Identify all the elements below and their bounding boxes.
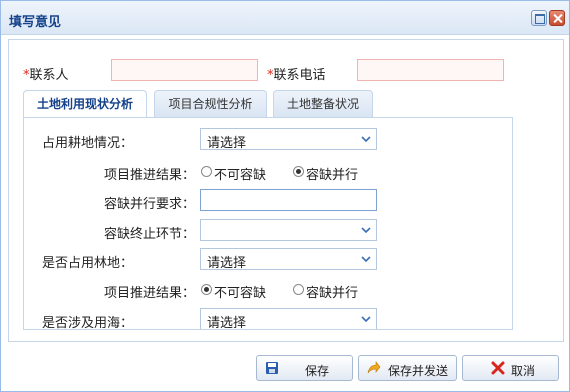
result1-radio-tolerable[interactable] <box>293 166 304 177</box>
tab-land-prep[interactable]: 土地整备状况 <box>273 90 373 117</box>
cancel-x-icon <box>491 361 505 375</box>
sea-label: 是否涉及用海： <box>42 316 134 330</box>
tab-land-use[interactable]: 土地利用现状分析 <box>23 90 147 118</box>
forest-select[interactable]: 请选择 <box>200 248 377 271</box>
title-bar[interactable]: 填写意见 <box>1 1 569 35</box>
chevron-down-icon <box>361 136 371 143</box>
tab-compliance[interactable]: 项目合规性分析 <box>154 90 267 117</box>
chevron-down-icon <box>361 316 371 323</box>
result2-label: 项目推进结果： <box>104 286 196 301</box>
farmland-label: 占用耕地情况： <box>42 136 134 151</box>
result1-option-tolerable: 容缺并行 <box>306 168 359 183</box>
forward-arrow-icon <box>367 361 381 374</box>
tolerance-end-label: 容缺终止环节： <box>104 227 196 242</box>
result2-option-tolerable: 容缺并行 <box>306 286 359 301</box>
result1-option-not-tolerable: 不可容缺 <box>214 168 267 183</box>
phone-input[interactable] <box>357 59 504 81</box>
floppy-disk-icon <box>266 362 278 374</box>
chevron-down-icon <box>361 227 371 234</box>
contact-input[interactable] <box>111 59 258 81</box>
chevron-down-icon <box>361 256 371 263</box>
forest-label: 是否占用林地： <box>42 256 134 271</box>
result2-radio-tolerable[interactable] <box>293 284 304 295</box>
save-and-send-button[interactable]: 保存并发送 <box>358 355 457 381</box>
close-icon[interactable] <box>549 10 565 26</box>
window-title: 填写意见 <box>9 15 62 30</box>
contact-label: *联系人 <box>23 68 69 83</box>
result1-label: 项目推进结果： <box>104 168 196 183</box>
result2-radio-not-tolerable[interactable] <box>201 284 212 295</box>
tolerance-end-select[interactable] <box>200 219 377 241</box>
result1-radio-not-tolerable[interactable] <box>201 166 212 177</box>
result2-option-not-tolerable: 不可容缺 <box>214 286 267 301</box>
maximize-icon[interactable] <box>531 10 547 26</box>
tolerance-req-input[interactable] <box>200 189 377 211</box>
dialog-window: 填写意见 *联系人 *联系电话 土地利用现状分析 项目合规性分析 土地整备状况 … <box>0 0 570 392</box>
phone-label: *联系电话 <box>267 68 326 83</box>
farmland-select[interactable]: 请选择 <box>200 128 377 151</box>
tab-panel: 占用耕地情况： 请选择 项目推进结果： 不可容缺 容缺并行 容缺并行要求： 容缺… <box>23 117 513 330</box>
save-button[interactable]: 保存 <box>256 355 353 381</box>
tolerance-req-label: 容缺并行要求： <box>104 197 196 212</box>
cancel-button[interactable]: 取消 <box>462 355 559 381</box>
sea-select[interactable]: 请选择 <box>200 308 377 329</box>
